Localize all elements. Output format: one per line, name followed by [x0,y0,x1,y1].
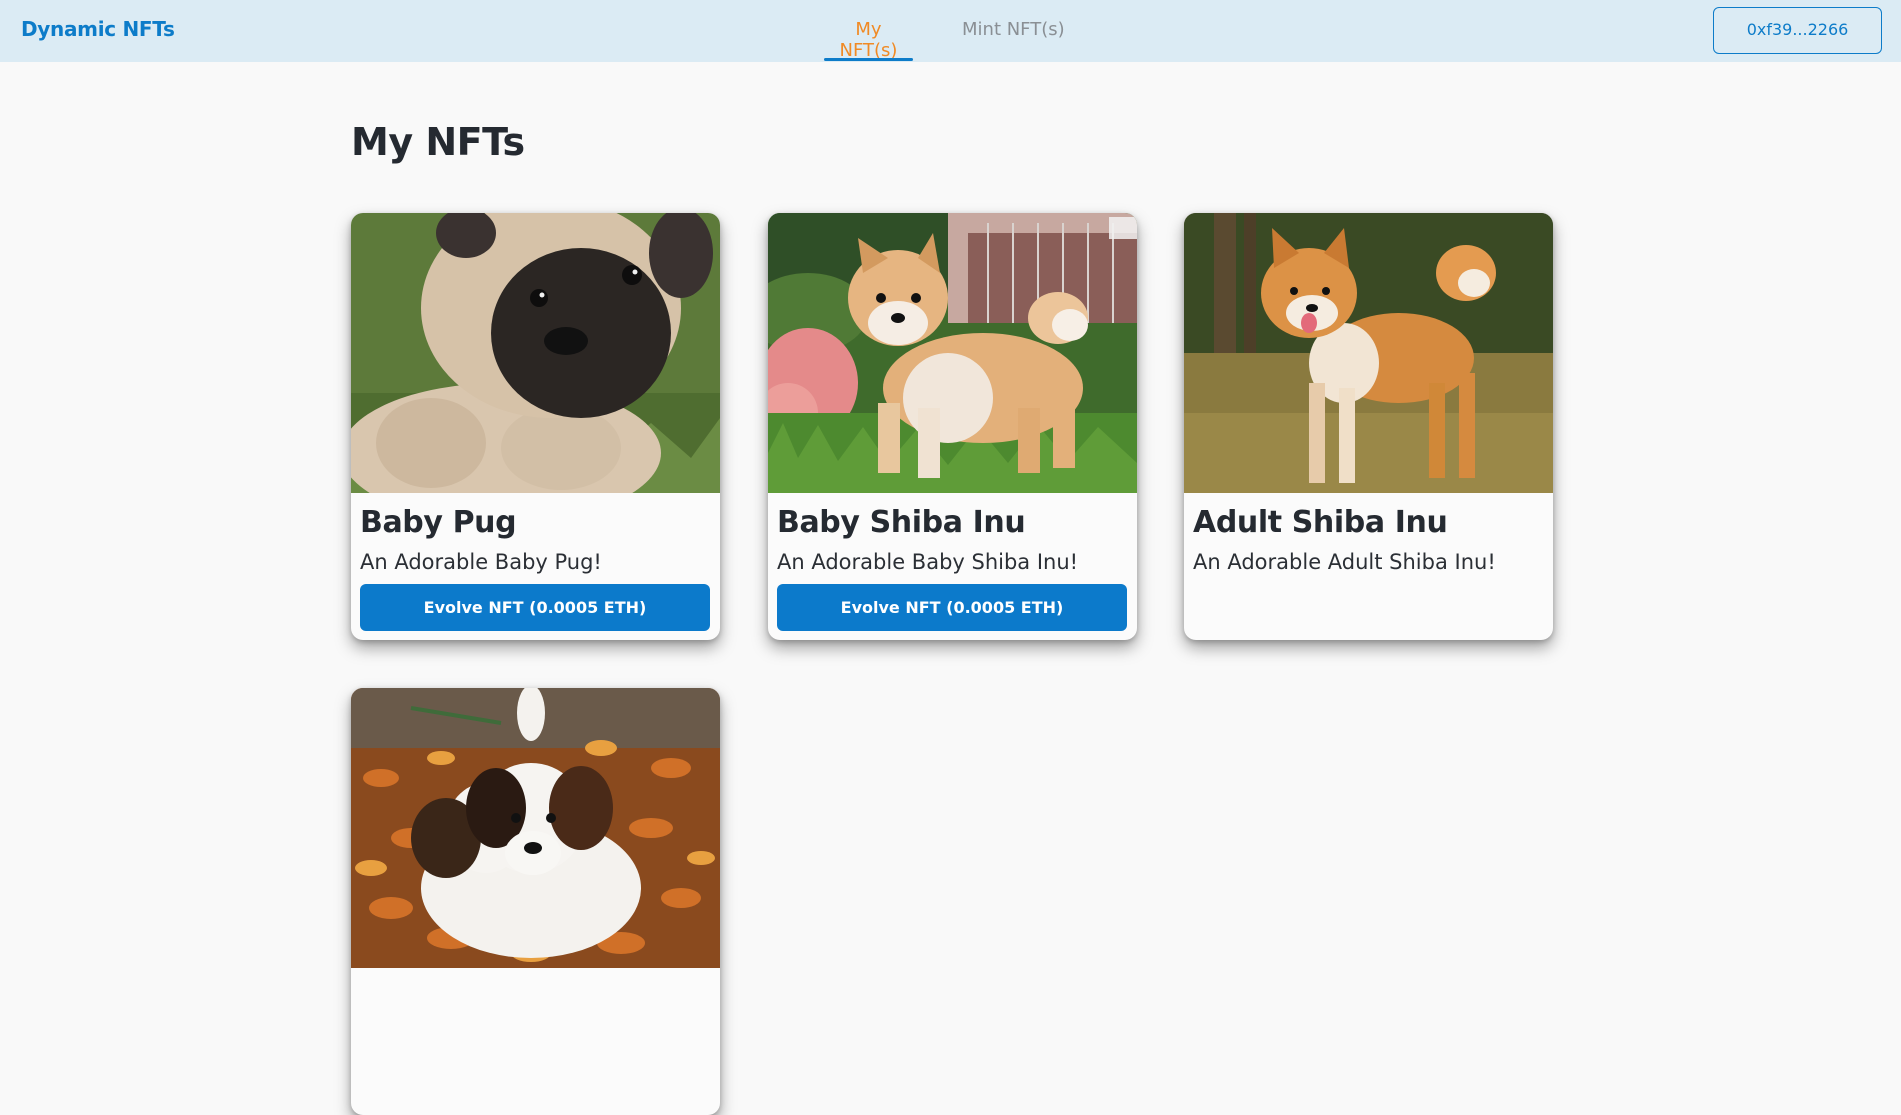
nft-card: Baby Shiba Inu An Adorable Baby Shiba In… [768,213,1137,640]
brand-logo[interactable]: Dynamic NFTs [21,17,175,41]
nft-description: An Adorable Adult Shiba Inu! [1193,550,1496,574]
nft-card: Adult Shiba Inu An Adorable Adult Shiba … [1184,213,1553,640]
nft-image-baby-shiba-inu [768,213,1137,493]
tab-my-nfts[interactable]: My NFT(s) [824,19,913,63]
nft-name: Baby Pug [360,505,517,540]
nft-description: An Adorable Baby Shiba Inu! [777,550,1079,574]
nft-image-baby-pug [351,213,720,493]
wallet-address-button[interactable]: 0xf39...2266 [1713,7,1882,54]
nft-card [351,688,720,1115]
evolve-nft-button[interactable]: Evolve NFT (0.0005 ETH) [360,584,710,631]
page-title: My NFTs [351,120,525,164]
nft-name: Adult Shiba Inu [1193,505,1448,540]
nft-card: Baby Pug An Adorable Baby Pug! Evolve NF… [351,213,720,640]
nft-description: An Adorable Baby Pug! [360,550,602,574]
nft-image-puppy-in-leaves [351,688,720,968]
tab-mint-nfts[interactable]: Mint NFT(s) [962,19,1065,63]
nft-image-adult-shiba-inu [1184,213,1553,493]
evolve-nft-button[interactable]: Evolve NFT (0.0005 ETH) [777,584,1127,631]
top-navbar: Dynamic NFTs My NFT(s) Mint NFT(s) 0xf39… [0,0,1901,62]
nft-name: Baby Shiba Inu [777,505,1026,540]
